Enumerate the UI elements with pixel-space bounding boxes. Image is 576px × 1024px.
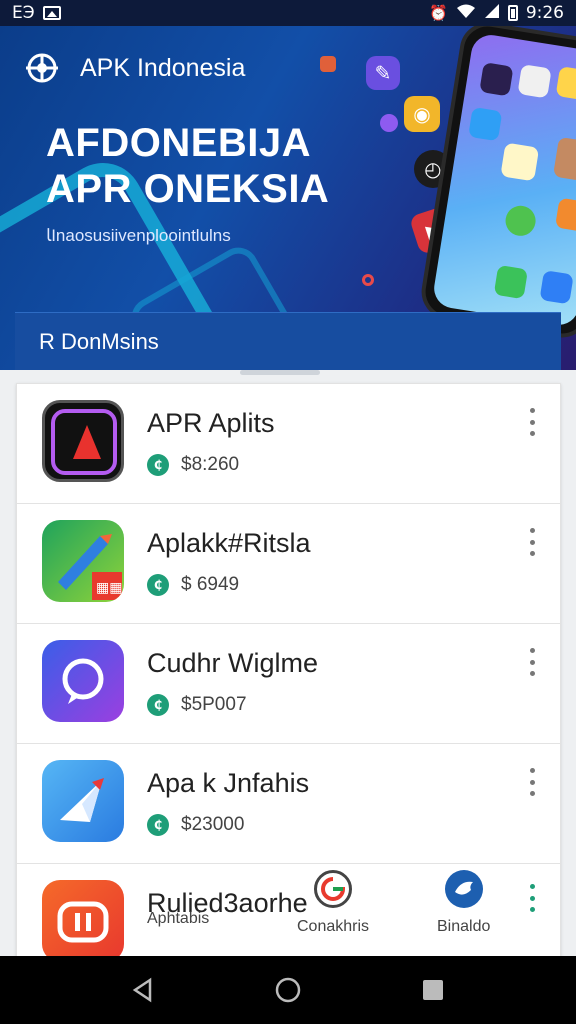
- banner-title-line-2: APR ONEKSIA: [46, 167, 330, 211]
- media-icon: ◉: [404, 96, 440, 132]
- more-options-icon[interactable]: [524, 648, 540, 676]
- mail-app-icon: [42, 760, 124, 842]
- gallery-icon: [42, 6, 61, 20]
- recents-icon[interactable]: [413, 970, 453, 1010]
- price-row: ₵ $ 6949: [147, 574, 239, 596]
- decor-icon: [320, 56, 336, 72]
- app-name: Apa k Jnfahis: [147, 768, 310, 798]
- status-carrier-text: ЕЭ: [12, 3, 35, 23]
- phone-app-icon: [554, 197, 576, 232]
- app-price: $5P007: [181, 694, 247, 715]
- phone-app-icon: [517, 64, 552, 99]
- app-store-icon: ✎: [366, 56, 400, 90]
- list-item[interactable]: ▦▦ Aplakk#Ritsla ₵ $ 6949: [17, 504, 560, 624]
- phone-mockup: [417, 26, 576, 342]
- app-price: $23000: [181, 814, 245, 835]
- status-time: 9:26: [525, 3, 564, 23]
- list-item[interactable]: Apa k Jnfahis ₵ $23000: [17, 744, 560, 864]
- g-icon: [314, 870, 353, 908]
- pencil-app-icon: ▦▦: [42, 520, 124, 602]
- more-options-icon[interactable]: [524, 768, 540, 796]
- banner-title-line-1: AFDONEBIJA: [46, 121, 312, 165]
- wifi-icon: [456, 3, 476, 24]
- bottom-tab-label: Aphtabis: [147, 910, 210, 927]
- banner-section-header[interactable]: R DonMsins: [15, 312, 561, 370]
- more-options-icon[interactable]: [524, 408, 540, 436]
- bird-icon: [444, 870, 483, 908]
- chat-app-icon: [42, 640, 124, 722]
- price-badge-icon: ₵: [147, 694, 169, 716]
- status-bar: ЕЭ ⏰ 9:26: [0, 0, 576, 26]
- price-badge-icon: ₵: [147, 574, 169, 596]
- alarm-icon: ⏰: [429, 3, 448, 22]
- svg-text:▦▦: ▦▦: [96, 580, 122, 596]
- banner-section-title: R DonMsins: [39, 328, 159, 354]
- bottom-tab-label: Conakhris: [297, 918, 370, 935]
- decor-icon: [380, 114, 398, 132]
- phone-screen: [431, 32, 576, 328]
- bottom-tab-binaldo[interactable]: Binaldo: [437, 870, 490, 936]
- back-icon[interactable]: [123, 970, 163, 1010]
- price-badge-icon: ₵: [147, 814, 169, 836]
- home-icon[interactable]: [268, 970, 308, 1010]
- phone-app-icon: [468, 106, 503, 142]
- brand-name: APK Indonesia: [80, 53, 246, 82]
- more-options-icon[interactable]: [524, 528, 540, 556]
- price-row: ₵ $23000: [147, 814, 244, 836]
- app-name: Aplakk#Ritsla: [147, 528, 311, 558]
- play-app-icon: [42, 400, 124, 482]
- price-row: ₵ $8:260: [147, 454, 239, 476]
- banner-title: AFDONEBIJA APR ONEKSIA: [46, 120, 329, 212]
- more-options-icon[interactable]: [524, 884, 540, 912]
- phone-app-icon: [539, 270, 574, 305]
- bottom-tab-label: Binaldo: [437, 918, 491, 935]
- promo-banner[interactable]: APK Indonesia AFDONEBIJA APR ONEKSIA ﺎΙn…: [0, 26, 576, 370]
- brand-header: APK Indonesia: [22, 48, 245, 88]
- brand-logo-icon: [22, 48, 62, 88]
- list-item[interactable]: Cudhr Wiglme ₵ $5P007: [17, 624, 560, 744]
- app-name: Cudhr Wiglme: [147, 648, 319, 678]
- list-item[interactable]: APR Aplits ₵ $8:260: [17, 384, 560, 504]
- list-item[interactable]: Rulied3aorhe Conakhris Binaldo Aphtabis: [17, 864, 560, 962]
- banner-subtitle: ﺎΙnaosusiivenploointlulns: [46, 226, 231, 245]
- price-badge-icon: ₵: [147, 454, 169, 476]
- phone-app-icon: [552, 136, 576, 183]
- app-price: $8:260: [181, 454, 240, 475]
- store-app-icon: [42, 880, 124, 962]
- phone-app-icon: [503, 203, 538, 238]
- decor-dot: [362, 274, 374, 286]
- drag-handle[interactable]: [240, 370, 320, 375]
- app-price: $ 6949: [181, 574, 240, 595]
- bottom-tab-aphtabis[interactable]: Aphtabis: [147, 910, 209, 928]
- phone-app-icon: [493, 264, 529, 300]
- price-row: ₵ $5P007: [147, 694, 247, 716]
- phone-app-icon: [479, 62, 514, 97]
- battery-icon: [507, 5, 518, 21]
- phone-app-icon: [555, 66, 576, 101]
- app-list: APR Aplits ₵ $8:260 ▦▦ Aplakk#Ritsla ₵ $…: [16, 383, 561, 963]
- app-name: APR Aplits: [147, 408, 275, 438]
- phone-app-icon: [500, 142, 540, 182]
- system-nav-bar: [0, 956, 576, 1024]
- bottom-tab-conakhris[interactable]: Conakhris: [297, 870, 369, 936]
- signal-icon: [484, 3, 500, 24]
